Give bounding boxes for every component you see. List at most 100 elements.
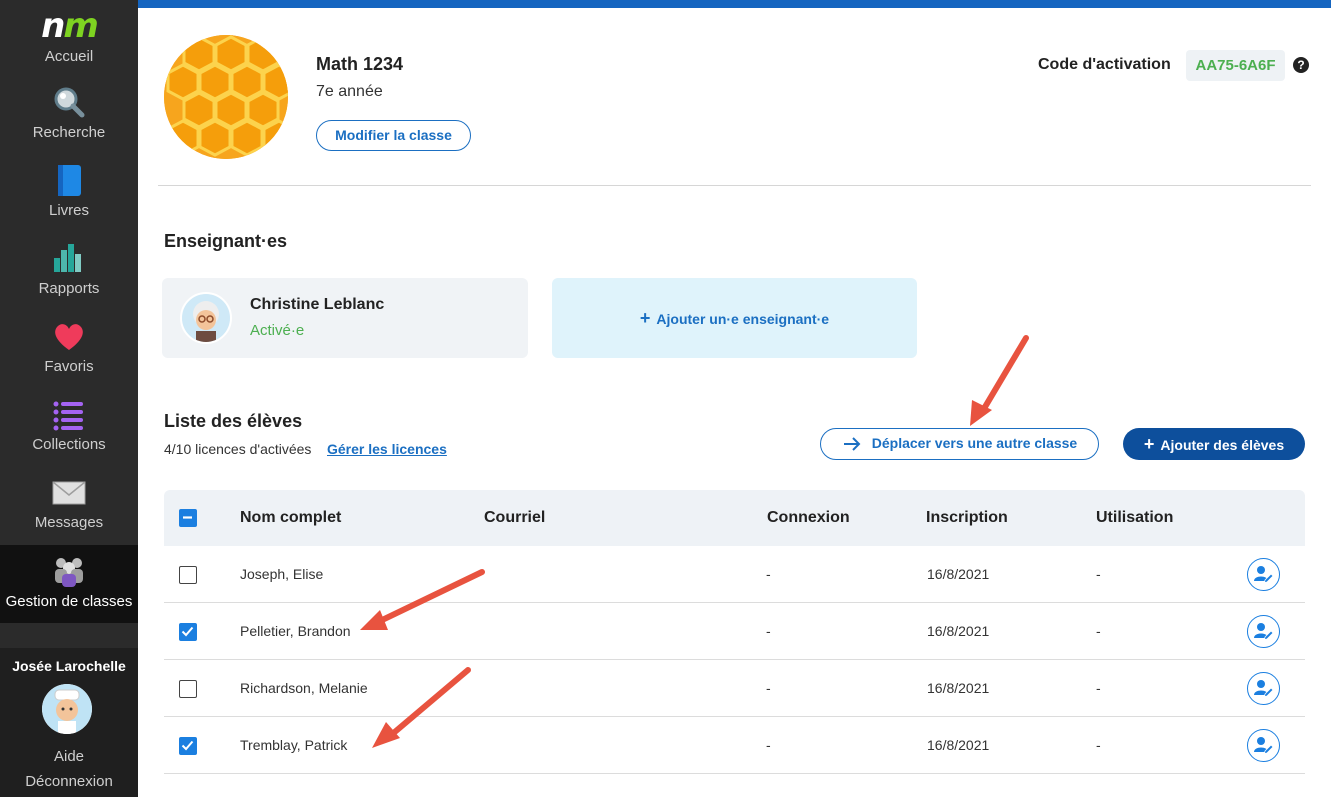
student-usage: - <box>1096 737 1101 753</box>
book-icon <box>58 165 81 196</box>
licences-count: 4/10 licences d'activées <box>164 441 312 457</box>
student-name: Pelletier, Brandon <box>240 623 351 639</box>
student-action-button[interactable] <box>1247 729 1280 762</box>
student-login: - <box>766 737 771 753</box>
avatar <box>180 292 232 344</box>
minus-icon <box>183 516 192 519</box>
magnifier-icon <box>54 87 85 118</box>
sidebar-item-label: Favoris <box>44 358 94 375</box>
students-table: Nom complet Courriel Connexion Inscripti… <box>164 490 1305 774</box>
teacher-avatar-icon <box>182 294 230 342</box>
plus-icon: + <box>1143 434 1155 454</box>
table-row: Joseph, Elise - 16/8/2021 - <box>164 546 1305 603</box>
heart-icon <box>55 324 83 350</box>
sidebar-item-label: Collections <box>32 436 106 453</box>
plus-icon: + <box>639 308 651 328</box>
teacher-status: Activé·e <box>250 322 305 339</box>
student-usage: - <box>1096 623 1101 639</box>
column-header[interactable]: Connexion <box>767 490 850 546</box>
help-link[interactable]: Aide <box>0 748 138 765</box>
row-checkbox[interactable] <box>179 623 197 641</box>
sidebar-item-favorites[interactable]: Favoris <box>0 318 138 375</box>
home-logo[interactable]: nm <box>0 8 138 44</box>
teacher-card: Christine Leblanc Activé·e <box>162 278 528 358</box>
user-edit-icon <box>1254 623 1274 641</box>
students-title: Liste des élèves <box>164 411 303 431</box>
user-edit-icon <box>1254 566 1274 584</box>
sidebar-item-reports[interactable]: Rapports <box>0 240 138 297</box>
class-grade: 7e année <box>316 83 383 100</box>
check-icon <box>181 740 194 751</box>
column-header[interactable]: Utilisation <box>1096 490 1173 546</box>
student-login: - <box>766 623 771 639</box>
student-usage: - <box>1096 680 1101 696</box>
sidebar-item-messages[interactable]: Messages <box>0 474 138 531</box>
add-students-button[interactable]: + Ajouter des élèves <box>1123 428 1305 460</box>
move-label: Déplacer vers une autre classe <box>871 435 1078 451</box>
honeycomb-icon <box>164 35 288 159</box>
row-checkbox[interactable] <box>179 680 197 698</box>
add-teacher-label: Ajouter un·e enseignant·e <box>656 311 830 327</box>
sidebar-item-label: Livres <box>48 202 89 219</box>
table-header: Nom complet Courriel Connexion Inscripti… <box>164 490 1305 546</box>
group-icon <box>55 558 83 587</box>
list-icon <box>53 401 83 431</box>
user-edit-icon <box>1254 680 1274 698</box>
student-signup: 16/8/2021 <box>927 737 990 753</box>
student-action-button[interactable] <box>1247 672 1280 705</box>
modify-class-button[interactable]: Modifier la classe <box>316 120 471 151</box>
add-students-label: Ajouter des élèves <box>1160 437 1285 453</box>
student-name: Richardson, Melanie <box>240 680 368 696</box>
user-edit-icon <box>1254 737 1274 755</box>
sidebar-item-books[interactable]: Livres <box>0 162 138 219</box>
add-teacher-button[interactable]: + Ajouter un·e enseignant·e <box>552 278 917 358</box>
top-accent-bar <box>138 0 1331 8</box>
activation-code: AA75-6A6F <box>1186 50 1285 81</box>
annotation-arrow <box>970 335 1029 426</box>
help-icon[interactable]: ? <box>1293 57 1309 73</box>
sidebar-item-label: Accueil <box>44 48 94 65</box>
row-checkbox[interactable] <box>179 566 197 584</box>
column-header[interactable]: Inscription <box>926 490 1008 546</box>
teachers-title: Enseignant·es <box>164 231 288 251</box>
class-name: Math 1234 <box>316 54 404 74</box>
sidebar-item-label: Recherche <box>32 124 106 141</box>
envelope-icon <box>52 481 86 505</box>
sidebar-item-collections[interactable]: Collections <box>0 396 138 453</box>
move-to-class-button[interactable]: Déplacer vers une autre classe <box>820 428 1099 460</box>
student-name: Tremblay, Patrick <box>240 737 348 753</box>
student-signup: 16/8/2021 <box>927 566 990 582</box>
student-login: - <box>766 566 771 582</box>
sidebar-item-home[interactable]: Accueil <box>0 48 138 65</box>
user-name: Josée Larochelle <box>12 658 126 674</box>
arrow-right-icon <box>843 437 861 452</box>
sidebar: nm Accueil Recherche Livres Rapports Fav… <box>0 0 138 797</box>
user-avatar-icon <box>42 684 92 734</box>
user-block: Josée Larochelle Aide Déconnexion <box>0 648 138 797</box>
table-row: Tremblay, Patrick - 16/8/2021 - <box>164 717 1305 774</box>
select-all-checkbox[interactable] <box>179 509 197 527</box>
column-header[interactable]: Nom complet <box>240 490 341 546</box>
sidebar-item-label: Rapports <box>38 280 100 297</box>
student-action-button[interactable] <box>1247 558 1280 591</box>
class-avatar <box>164 35 288 159</box>
student-login: - <box>766 680 771 696</box>
sidebar-item-label: Messages <box>34 514 104 531</box>
bar-chart-icon <box>54 244 81 272</box>
teacher-name: Christine Leblanc <box>250 296 385 313</box>
sidebar-item-class-management[interactable]: Gestion de classes <box>0 545 138 623</box>
table-row: Pelletier, Brandon - 16/8/2021 - <box>164 603 1305 660</box>
row-checkbox[interactable] <box>179 737 197 755</box>
activation-code-label: Code d'activation <box>1038 56 1171 73</box>
student-signup: 16/8/2021 <box>927 680 990 696</box>
student-action-button[interactable] <box>1247 615 1280 648</box>
manage-licences-link[interactable]: Gérer les licences <box>327 441 447 457</box>
student-usage: - <box>1096 566 1101 582</box>
avatar[interactable] <box>42 684 92 734</box>
check-icon <box>181 626 194 637</box>
column-header[interactable]: Courriel <box>484 490 545 546</box>
divider <box>158 185 1311 186</box>
logout-link[interactable]: Déconnexion <box>0 773 138 790</box>
table-row: Richardson, Melanie - 16/8/2021 - <box>164 660 1305 717</box>
sidebar-item-search[interactable]: Recherche <box>0 84 138 141</box>
